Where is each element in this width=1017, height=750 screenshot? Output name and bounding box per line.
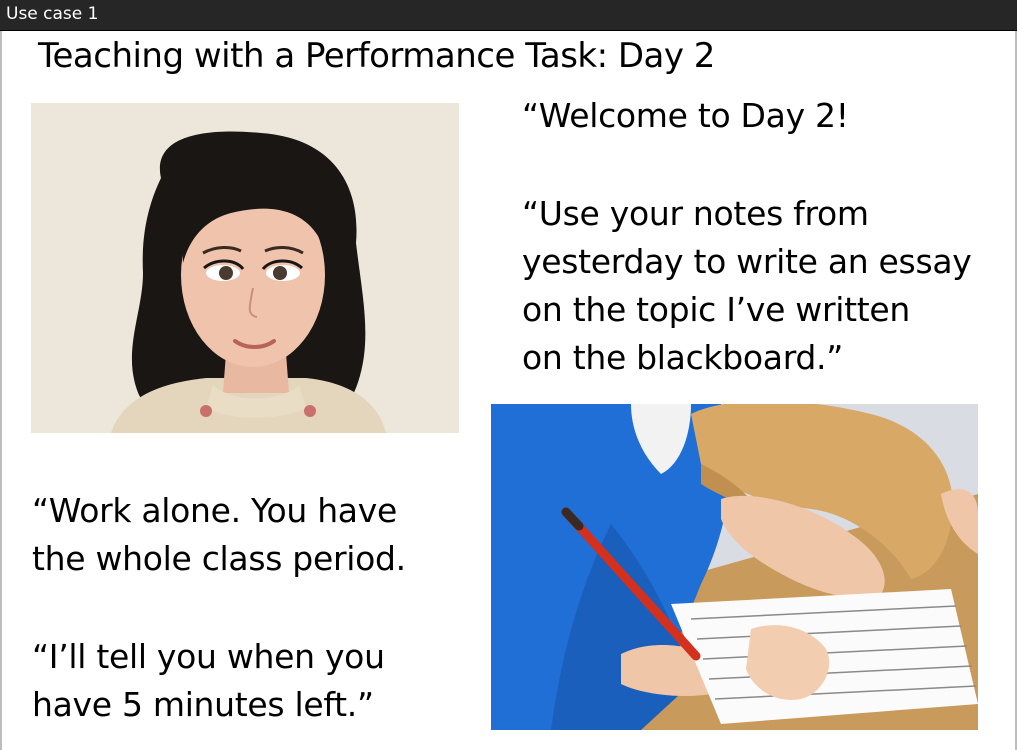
quote-line: “Use your notes from [522, 194, 869, 233]
teacher-image [31, 103, 459, 433]
quote-line: on the topic I’ve written [522, 290, 910, 329]
quote-line: the whole class period. [32, 539, 406, 578]
quote-line: “Welcome to Day 2! [522, 96, 849, 135]
quote-line: have 5 minutes left.” [32, 685, 374, 724]
quote-line: yesterday to write an essay [522, 242, 972, 281]
quote-line: “I’ll tell you when you [32, 637, 385, 676]
quote-bottom: “Work alone. You have the whole class pe… [32, 487, 406, 729]
quote-line: on the blackboard.” [522, 338, 844, 377]
window-frame-left [0, 31, 2, 750]
quote-line: “Work alone. You have [32, 491, 397, 530]
window-title: Use case 1 [6, 4, 99, 24]
slide-title: Teaching with a Performance Task: Day 2 [38, 36, 715, 76]
student-image [491, 404, 978, 730]
quote-top: “Welcome to Day 2! “Use your notes from … [522, 92, 972, 382]
window-titlebar: Use case 1 [0, 0, 1017, 31]
